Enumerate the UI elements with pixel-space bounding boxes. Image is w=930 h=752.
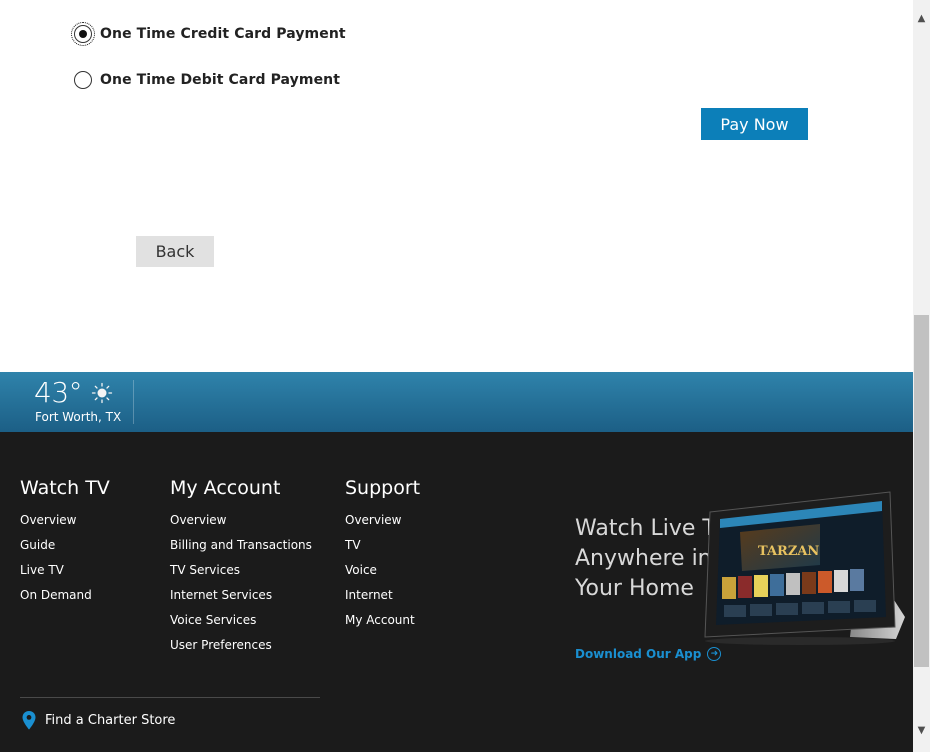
footer-column-my-account: My Account Overview Billing and Transact… [170, 477, 312, 664]
footer-heading-support: Support [345, 477, 421, 499]
arrow-right-circle-icon: ➜ [707, 647, 722, 661]
footer-link-account-overview[interactable]: Overview [170, 514, 312, 539]
footer-link-voice-services[interactable]: Voice Services [170, 614, 312, 639]
footer-link-internet-services[interactable]: Internet Services [170, 589, 312, 614]
footer-link-support-tv[interactable]: TV [345, 539, 420, 564]
footer-column-watch-tv: Watch TV Overview Guide Live TV On Deman… [20, 477, 110, 614]
footer-link-user-preferences[interactable]: User Preferences [170, 639, 312, 664]
scroll-up-arrow-icon[interactable]: ▲ [913, 10, 930, 27]
footer-link-billing[interactable]: Billing and Transactions [170, 539, 312, 564]
credit-card-label[interactable]: One Time Credit Card Payment [100, 26, 346, 42]
scrollbar-thumb[interactable] [914, 315, 929, 667]
payment-section: One Time Credit Card Payment One Time De… [0, 0, 913, 372]
footer-column-support: Support Overview TV Voice Internet My Ac… [345, 477, 420, 639]
download-app-label[interactable]: Download Our App [575, 647, 701, 661]
debit-card-radio[interactable] [74, 71, 92, 89]
tablet-hero-title: TARZAN [758, 544, 819, 559]
weather-bar: 43° Fort Worth, TX [0, 372, 913, 432]
sun-icon [91, 382, 113, 404]
footer-link-watch-overview[interactable]: Overview [20, 514, 110, 539]
footer-heading-my-account: My Account [170, 477, 281, 499]
find-store-label[interactable]: Find a Charter Store [45, 713, 175, 728]
tablet-app-image: TARZAN [704, 491, 905, 645]
footer-link-on-demand[interactable]: On Demand [20, 589, 110, 614]
debit-card-option[interactable]: One Time Debit Card Payment [74, 71, 340, 89]
footer-heading-watch-tv: Watch TV [20, 477, 110, 499]
debit-card-label[interactable]: One Time Debit Card Payment [100, 72, 340, 88]
footer-link-support-internet[interactable]: Internet [345, 589, 420, 614]
footer-divider [20, 697, 320, 698]
weather-temperature: 43° [34, 376, 83, 409]
footer-link-support-my-account[interactable]: My Account [345, 614, 420, 639]
site-footer: Watch TV Overview Guide Live TV On Deman… [0, 432, 913, 752]
vertical-scrollbar[interactable]: ▲ ▼ [913, 0, 930, 752]
find-store-link[interactable]: Find a Charter Store [22, 711, 175, 730]
weather-divider [133, 380, 134, 424]
footer-link-guide[interactable]: Guide [20, 539, 110, 564]
map-pin-icon [22, 711, 36, 730]
footer-link-live-tv[interactable]: Live TV [20, 564, 110, 589]
footer-link-tv-services[interactable]: TV Services [170, 564, 312, 589]
credit-card-radio[interactable] [71, 22, 95, 46]
download-app-link[interactable]: Download Our App ➜ [575, 647, 722, 661]
footer-link-support-overview[interactable]: Overview [345, 514, 420, 539]
scroll-down-arrow-icon[interactable]: ▼ [913, 722, 930, 739]
back-button[interactable]: Back [136, 236, 214, 267]
weather-location: Fort Worth, TX [35, 410, 122, 424]
footer-link-support-voice[interactable]: Voice [345, 564, 420, 589]
credit-card-option[interactable]: One Time Credit Card Payment [71, 22, 346, 46]
pay-now-button[interactable]: Pay Now [701, 108, 808, 140]
